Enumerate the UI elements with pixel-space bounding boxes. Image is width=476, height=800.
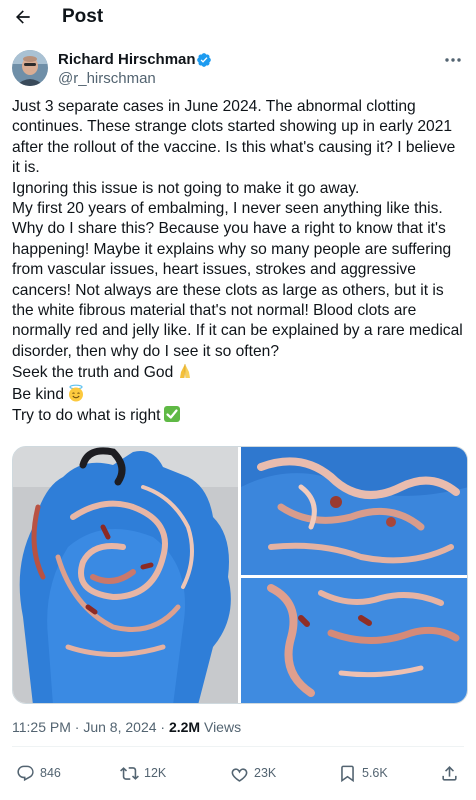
smiling-face-with-halo-emoji-icon [69, 384, 84, 402]
more-options-button[interactable] [442, 52, 464, 68]
avatar[interactable] [12, 50, 48, 86]
top-bar: Post [0, 0, 476, 34]
post-text-line-with-emoji: Try to do what is right [12, 405, 464, 426]
reply-button[interactable]: 846 [16, 758, 61, 788]
verified-badge-icon [197, 53, 211, 67]
clots-on-glove-bottom-image [241, 578, 467, 703]
post-text-line-with-emoji: Be kind [12, 384, 464, 405]
heart-icon [231, 767, 248, 782]
post-text-line: My first 20 years of embalming, I never … [12, 200, 443, 218]
bookmark-count: 5.6K [362, 766, 388, 780]
post-text-segment: Try to do what is right [12, 407, 161, 425]
user-handle[interactable]: @r_hirschman [58, 70, 156, 88]
action-bar: 846 12K 23K 5.6K [12, 758, 464, 788]
bookmark-button[interactable]: 5.6K [338, 758, 388, 788]
display-name[interactable]: Richard Hirschman [58, 51, 196, 69]
post-author: Richard Hirschman @r_hirschman [12, 48, 464, 90]
post-text-segment: Seek the truth and God [12, 364, 174, 382]
blue-gloved-hand-with-clots-image [13, 447, 238, 703]
post-text-segment: Be kind [12, 385, 65, 403]
post-text-line: Ignoring this issue is not going to make… [12, 179, 360, 197]
back-button[interactable] [12, 6, 34, 28]
clots-on-glove-top-image [241, 447, 467, 575]
views-label: Views [203, 719, 242, 735]
post-text-line: disorder, then why do I see it so often? [12, 342, 279, 360]
reply-icon [17, 765, 34, 781]
share-button[interactable] [440, 758, 459, 788]
share-icon [442, 765, 457, 781]
post-text-line: Just 3 separate cases in June 2024. The … [12, 98, 416, 115]
bookmark-icon [341, 765, 354, 782]
post-text: Just 3 separate cases in June 2024. The … [12, 97, 464, 427]
profile-photo [12, 50, 48, 86]
post-text-line: after the rollout of the vaccine. Is thi… [12, 138, 456, 156]
folded-hands-emoji-icon [180, 364, 191, 379]
post-text-line: from vascular issues, heart issues, stro… [12, 261, 416, 279]
more-dots-icon [445, 58, 461, 62]
post-text-line: it is. [12, 159, 40, 177]
arrow-left-icon [16, 10, 30, 24]
media-grid [12, 446, 468, 704]
post-date[interactable]: Jun 8, 2024 [83, 719, 156, 735]
post-text-line: normally red and jelly like. If it can b… [12, 322, 463, 340]
post-meta: 11:25 PM · Jun 8, 2024 · 2.2M Views [12, 718, 241, 736]
like-button[interactable]: 23K [230, 758, 276, 788]
post-text-line: continues. These strange clots started s… [12, 118, 453, 136]
post-text-line-with-emoji: Seek the truth and God [12, 362, 464, 383]
post-text-line: happening! Maybe it explains why so many… [12, 240, 452, 258]
divider [12, 746, 464, 747]
views-count[interactable]: 2.2M [169, 719, 200, 735]
media-image-2[interactable] [241, 447, 467, 575]
media-image-1[interactable] [13, 447, 238, 703]
page-title: Post [62, 6, 104, 27]
meta-separator: · [160, 719, 166, 735]
like-count: 23K [254, 766, 277, 780]
check-mark-button-emoji-icon [164, 406, 181, 423]
post-text-line: Why do I share this? Because you have a … [12, 220, 446, 238]
meta-separator: · [74, 719, 80, 735]
repost-icon [120, 766, 139, 780]
media-image-3[interactable] [241, 578, 467, 703]
post-text-line: cancers! Not always are these clots as l… [12, 281, 444, 299]
post-text-line: the white fibrous material that's not no… [12, 302, 417, 320]
repost-count: 12K [144, 766, 167, 780]
reply-count: 846 [40, 766, 61, 780]
post-time[interactable]: 11:25 PM [12, 719, 71, 735]
repost-button[interactable]: 12K [120, 758, 166, 788]
